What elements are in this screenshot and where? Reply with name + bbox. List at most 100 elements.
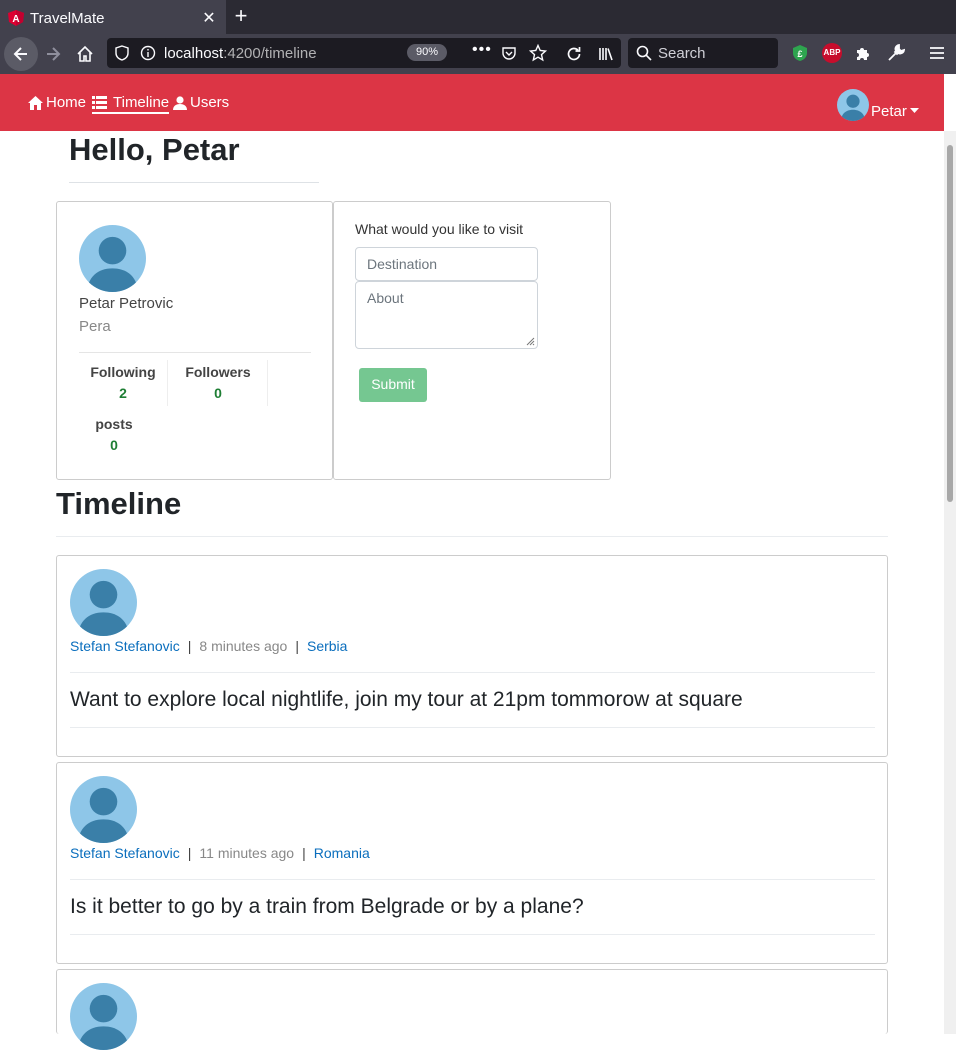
home-icon xyxy=(28,95,43,110)
about-placeholder: About xyxy=(367,290,404,306)
stat-followers[interactable]: Followers 0 xyxy=(173,364,263,401)
stat-posts-label: posts xyxy=(95,416,133,432)
scrollbar-thumb[interactable] xyxy=(947,145,953,502)
library-icon xyxy=(599,48,613,61)
post-text: Want to explore local nightlife, join my… xyxy=(70,688,743,711)
post-country-link[interactable]: Serbia xyxy=(307,638,347,654)
timeline-heading: Timeline xyxy=(56,486,182,521)
angular-icon: A xyxy=(8,10,24,26)
arrow-left-icon xyxy=(13,47,27,61)
url-bar[interactable]: localhost:4200/timeline 90% ••• xyxy=(107,38,621,68)
divider xyxy=(70,727,875,728)
back-button[interactable] xyxy=(4,37,38,71)
user-icon xyxy=(173,95,187,110)
stat-following-label: Following xyxy=(90,364,156,380)
profile-username: Pera xyxy=(79,318,111,335)
divider xyxy=(79,352,311,353)
info-icon[interactable] xyxy=(140,45,156,61)
adblock-icon[interactable]: ABP xyxy=(822,43,842,63)
resize-handle-icon[interactable] xyxy=(526,337,535,346)
search-icon xyxy=(636,45,652,61)
destination-input[interactable]: Destination xyxy=(355,247,538,281)
avatar[interactable] xyxy=(70,983,137,1050)
stat-following-count: 2 xyxy=(119,385,127,401)
nav-timeline-active: Timeline xyxy=(92,94,170,114)
extensions-icon[interactable] xyxy=(853,43,873,68)
profile-full-name: Petar Petrovic xyxy=(79,295,174,312)
about-textarea[interactable]: About xyxy=(355,281,538,349)
divider xyxy=(69,182,319,183)
reload-icon xyxy=(567,47,581,61)
avatar[interactable] xyxy=(70,776,137,843)
list-icon xyxy=(92,95,107,109)
search-bar[interactable]: Search xyxy=(628,38,778,68)
caret-down-icon xyxy=(909,108,919,113)
separator: | xyxy=(295,638,299,654)
menu-icon[interactable] xyxy=(927,43,947,68)
post-country-link[interactable]: Romania xyxy=(314,845,370,861)
timeline-post: Stefan Stefanovic | 11 minutes ago | Rom… xyxy=(56,762,888,964)
new-tab-button[interactable]: + xyxy=(228,2,254,32)
submit-button[interactable]: Submit xyxy=(359,368,427,402)
svg-text:£: £ xyxy=(797,49,802,59)
nav-home[interactable]: Home xyxy=(28,94,86,111)
post-time: 11 minutes ago xyxy=(199,845,295,861)
page-scrollbar[interactable] xyxy=(944,131,956,1034)
url-path: :4200/timeline xyxy=(223,44,317,62)
user-menu-dropdown[interactable]: Petar xyxy=(837,89,919,121)
timeline-post: Stefan Stefanovic | 8 minutes ago | Serb… xyxy=(56,555,888,757)
reload-button[interactable] xyxy=(559,39,589,69)
close-tab-icon[interactable]: ✕ xyxy=(200,8,218,28)
home-icon xyxy=(77,45,93,62)
library-button[interactable] xyxy=(591,39,621,69)
post-text: Is it better to go by a train from Belgr… xyxy=(70,895,584,918)
arrow-right-icon xyxy=(47,47,61,61)
browser-tab[interactable]: A TravelMate ✕ xyxy=(0,0,226,34)
nav-users-label: Users xyxy=(190,94,230,111)
new-post-prompt: What would you like to visit xyxy=(355,221,524,237)
pocket-icon[interactable] xyxy=(501,45,517,61)
user-menu-name: Petar xyxy=(871,103,907,120)
avatar xyxy=(837,89,869,121)
post-meta: Stefan Stefanovic | 8 minutes ago | Serb… xyxy=(70,638,347,654)
profile-card: Petar Petrovic Pera Following 2 Follower… xyxy=(56,201,333,480)
avatar[interactable] xyxy=(70,569,137,636)
tab-title: TravelMate xyxy=(30,9,105,27)
nav-timeline[interactable]: Timeline xyxy=(92,94,170,114)
divider xyxy=(70,672,875,673)
stat-posts-count: 0 xyxy=(110,437,118,453)
more-actions-icon[interactable]: ••• xyxy=(472,41,492,59)
home-button[interactable] xyxy=(70,39,100,69)
nav-timeline-label: Timeline xyxy=(113,94,170,111)
post-author-link[interactable]: Stefan Stefanovic xyxy=(70,845,180,861)
stat-followers-label: Followers xyxy=(185,364,251,380)
divider xyxy=(167,360,168,406)
stat-following[interactable]: Following 2 xyxy=(79,364,167,401)
divider xyxy=(267,360,268,406)
separator: | xyxy=(302,845,306,861)
timeline-post xyxy=(56,969,888,1050)
divider xyxy=(70,879,875,880)
browser-tab-bar: A TravelMate ✕ + xyxy=(0,0,956,34)
zoom-badge[interactable]: 90% xyxy=(407,44,447,61)
avatar xyxy=(79,225,146,292)
post-author-link[interactable]: Stefan Stefanovic xyxy=(70,638,180,654)
shield-icon xyxy=(115,45,129,61)
privacy-extension-icon[interactable]: £ xyxy=(790,43,810,63)
nav-users[interactable]: Users xyxy=(173,94,229,111)
page-title: Hello, Petar xyxy=(69,132,240,167)
divider xyxy=(56,536,888,537)
wrench-icon[interactable] xyxy=(886,43,906,68)
stat-posts[interactable]: posts 0 xyxy=(85,416,143,453)
app-navbar: Home Timeline Users Petar xyxy=(0,74,944,131)
separator: | xyxy=(187,638,192,654)
nav-home-label: Home xyxy=(46,94,87,111)
post-time: 8 minutes ago xyxy=(199,638,288,654)
star-icon[interactable] xyxy=(529,44,547,62)
stat-followers-count: 0 xyxy=(214,385,222,401)
browser-toolbar: localhost:4200/timeline 90% ••• Search £… xyxy=(0,34,956,74)
url-host: localhost xyxy=(164,44,224,62)
svg-text:A: A xyxy=(12,14,19,25)
forward-button[interactable] xyxy=(38,39,68,69)
search-placeholder: Search xyxy=(658,44,706,62)
